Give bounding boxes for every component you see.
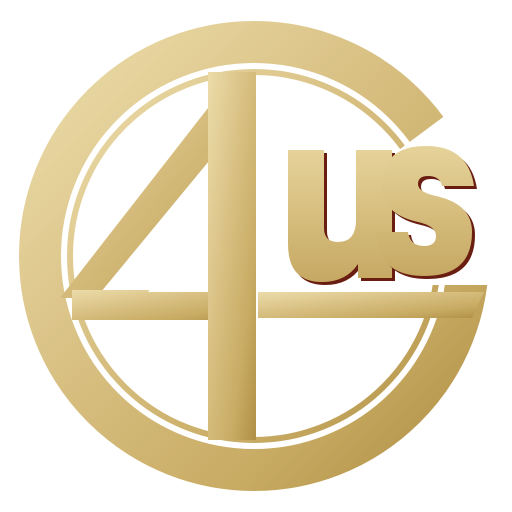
brand-logo [19, 21, 489, 491]
letters-us [288, 146, 477, 285]
logo-canvas [0, 0, 512, 512]
